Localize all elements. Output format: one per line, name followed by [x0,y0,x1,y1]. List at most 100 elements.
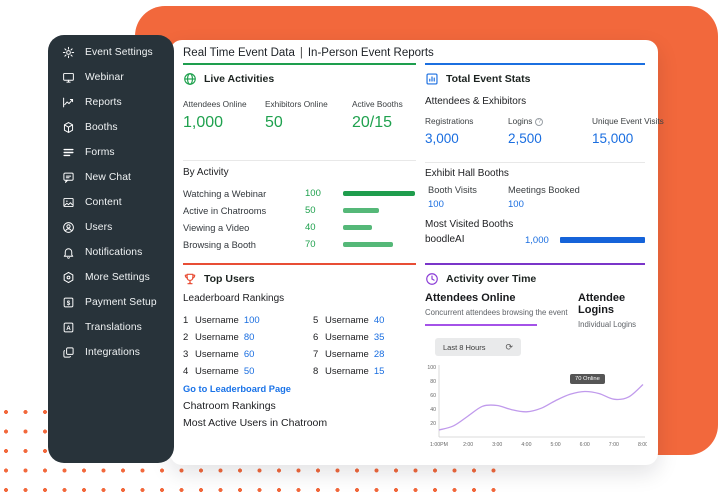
sidebar-item-more-settings[interactable]: More Settings [48,265,174,290]
rank-value: 100 [244,315,260,326]
stat-logins: Logins? 2,500 [508,116,543,146]
tab-attendee-logins[interactable]: Attendee Logins Individual Logins [578,292,658,329]
sidebar-item-translations[interactable]: A Translations [48,315,174,340]
rank-value: 40 [374,315,385,326]
stat-meetings-booked: Meetings Booked 100 [508,185,580,210]
booth-name: boodleAI [425,234,464,245]
clock-icon [425,272,439,286]
x-tick-label: 4:00 [521,442,531,448]
most-active-users-heading: Most Active Users in Chatroom [183,417,327,429]
activity-value: 70 [305,239,343,250]
section-title-text: Live Activities [204,73,274,85]
stat-value: 50 [265,114,328,132]
y-tick-label: 40 [430,407,436,413]
monitor-icon [62,71,75,84]
rank-number: 1 [183,315,195,326]
sidebar-item-label: More Settings [85,272,150,283]
sidebar: Event Settings Webinar Reports Booths Fo… [48,35,174,463]
exhibit-hall-heading: Exhibit Hall Booths [425,168,509,179]
image-icon [62,196,75,209]
page-title-right: In-Person Event Reports [308,47,434,59]
tab-label: Attendees Online [425,292,568,304]
rank-name: Username [325,332,369,343]
stat-exhibitors-online: Exhibitors Online 50 [265,99,328,132]
divider [425,162,645,163]
user-icon [62,221,75,234]
rank-number: 8 [313,366,325,377]
rank-col-1: 1Username100 2Username80 3Username60 4Us… [183,312,295,380]
chat-icon [62,171,75,184]
rank-row: 6Username35 [313,329,425,346]
stat-label: Meetings Booked [508,185,580,195]
rank-row: 2Username80 [183,329,295,346]
activity-label: Viewing a Video [183,223,305,233]
line-chart: 100806040201:00PM2:003:004:005:006:007:0… [425,362,647,458]
sidebar-item-reports[interactable]: Reports [48,90,174,115]
sidebar-item-users[interactable]: Users [48,215,174,240]
divider [183,160,416,161]
rank-row: 5Username40 [313,312,425,329]
activity-label: Browsing a Booth [183,240,305,250]
stat-label: Logins? [508,116,543,126]
sidebar-item-content[interactable]: Content [48,190,174,215]
sidebar-item-webinar[interactable]: Webinar [48,65,174,90]
sidebar-item-new-chat[interactable]: New Chat [48,165,174,190]
attendees-exhibitors-heading: Attendees & Exhibitors [425,96,526,107]
tab-attendees-online[interactable]: Attendees Online Concurrent attendees br… [425,292,568,317]
help-icon[interactable]: ? [535,118,543,126]
stat-active-booths: Active Booths 20/15 [352,99,403,132]
rank-value: 60 [244,349,255,360]
stat-value: 100 [508,199,580,210]
activity-bar [343,208,415,213]
dashboard-screenshot: Event Settings Webinar Reports Booths Fo… [0,0,720,493]
rank-row: 3Username60 [183,346,295,363]
time-range-label: Last 8 Hours [443,343,486,352]
cube-icon [62,121,75,134]
x-tick-label: 2:00 [463,442,473,448]
sidebar-item-event-settings[interactable]: Event Settings [48,40,174,65]
stat-attendees-online: Attendees Online 1,000 [183,99,247,132]
rank-name: Username [195,349,239,360]
stat-label: Active Booths [352,99,403,109]
sidebar-item-label: New Chat [85,172,131,183]
right-column-accent-rule [425,63,645,65]
x-tick-label: 1:00PM [430,442,448,448]
sidebar-item-forms[interactable]: Forms [48,140,174,165]
x-tick-label: 6:00 [580,442,590,448]
sidebar-item-notifications[interactable]: Notifications [48,240,174,265]
rank-col-2: 5Username40 6Username35 7Username28 8Use… [313,312,425,380]
sidebar-item-label: Content [85,197,122,208]
stat-label-text: Logins [508,116,532,126]
rank-name: Username [195,315,239,326]
sidebar-item-payment-setup[interactable]: $ Payment Setup [48,290,174,315]
integrations-icon [62,346,75,359]
rank-value: 28 [374,349,385,360]
dollar-icon: $ [62,296,75,309]
globe-icon [183,72,197,86]
rank-row: 8Username15 [313,363,425,380]
bell-icon [62,246,75,259]
rank-value: 35 [374,332,385,343]
time-range-pill[interactable]: Last 8 Hours ⟳ [435,338,521,356]
svg-text:$: $ [67,300,71,307]
activity-value: 40 [305,222,343,233]
stat-value: 3,000 [425,131,473,146]
sidebar-item-booths[interactable]: Booths [48,115,174,140]
leaderboard-heading: Leaderboard Rankings [183,293,284,304]
by-activity-bars: Watching a Webinar 100 Active in Chatroo… [183,185,416,253]
rank-number: 4 [183,366,195,377]
svg-text:A: A [66,325,71,332]
y-tick-label: 80 [430,379,436,385]
booth-bar [560,237,645,243]
y-tick-label: 20 [430,421,436,427]
activity-over-time-accent-rule [425,263,645,265]
stat-value: 2,500 [508,131,543,146]
active-tab-underline [425,324,537,326]
page-title-left: Real Time Event Data [183,47,295,59]
sidebar-item-integrations[interactable]: Integrations [48,340,174,365]
go-to-leaderboard-link[interactable]: Go to Leaderboard Page [183,384,291,394]
activity-bar [343,191,415,196]
page-title: Real Time Event Data|In-Person Event Rep… [183,47,434,59]
x-tick-label: 5:00 [551,442,561,448]
rank-value: 50 [244,366,255,377]
